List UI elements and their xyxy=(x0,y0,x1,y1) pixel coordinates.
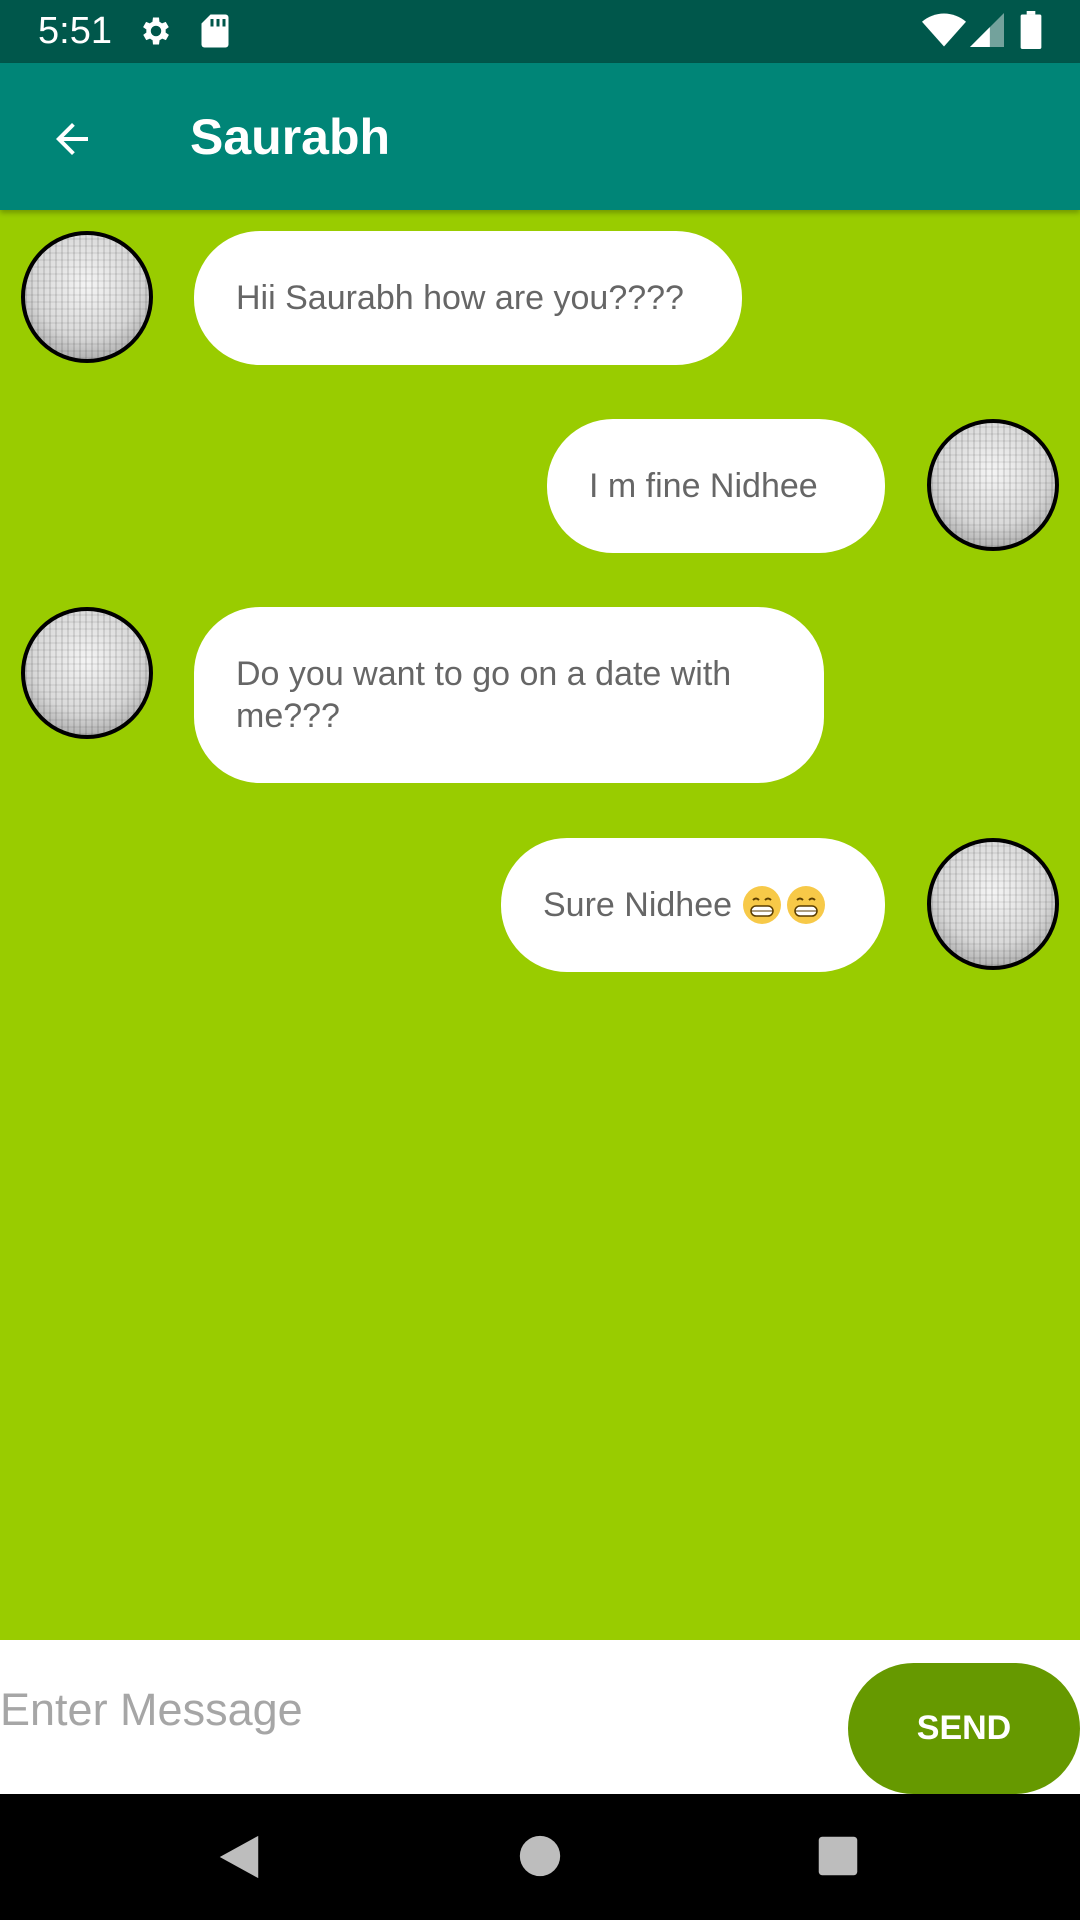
message-row-received: Hii Saurabh how are you???? xyxy=(0,210,1080,365)
grinning-face-emoji-icon xyxy=(743,886,782,924)
status-bar: 5:51 xyxy=(0,0,1080,63)
composer-bar: SEND xyxy=(0,1640,1080,1794)
nav-home-icon[interactable] xyxy=(518,1834,562,1878)
chat-screen: 5:51 Saurabh Hii Saurabh how are you????… xyxy=(0,0,1080,1920)
message-bubble: Hii Saurabh how are you???? xyxy=(194,231,742,365)
message-text: Hii Saurabh how are you???? xyxy=(236,279,684,317)
message-input[interactable] xyxy=(0,1660,830,1760)
gear-icon xyxy=(143,17,169,45)
message-text: I m fine Nidhee xyxy=(589,467,818,505)
chat-title: Saurabh xyxy=(190,109,391,165)
message-text: Do you want to go on a date with me??? xyxy=(236,655,732,735)
avatar xyxy=(927,419,1059,551)
status-time: 5:51 xyxy=(38,10,112,52)
battery-icon xyxy=(1020,11,1042,49)
avatar xyxy=(21,231,153,363)
avatar xyxy=(927,838,1059,970)
arrow-left-icon xyxy=(56,123,88,155)
message-row-sent: I m fine Nidhee xyxy=(0,398,1080,553)
message-bubble: I m fine Nidhee xyxy=(547,419,885,553)
nav-back-icon[interactable] xyxy=(215,1832,263,1882)
signal-icon xyxy=(970,13,1004,47)
wifi-icon xyxy=(922,13,966,47)
avatar xyxy=(21,607,153,739)
send-button[interactable]: SEND xyxy=(848,1663,1080,1794)
message-row-sent: Sure Nidhee xyxy=(0,817,1080,972)
nav-recents-icon[interactable] xyxy=(817,1835,859,1877)
message-bubble: Sure Nidhee xyxy=(501,838,885,972)
message-list[interactable]: Hii Saurabh how are you???? I m fine Nid… xyxy=(0,210,1080,1640)
message-bubble: Do you want to go on a date with me??? xyxy=(194,607,824,783)
app-bar: Saurabh xyxy=(0,63,1080,210)
system-nav-bar xyxy=(0,1794,1080,1920)
back-button[interactable] xyxy=(34,101,110,177)
message-row-received: Do you want to go on a date with me??? xyxy=(0,586,1080,783)
grinning-face-emoji-icon xyxy=(787,886,826,924)
sd-card-icon xyxy=(201,14,229,48)
message-text: Sure Nidhee xyxy=(543,886,733,924)
